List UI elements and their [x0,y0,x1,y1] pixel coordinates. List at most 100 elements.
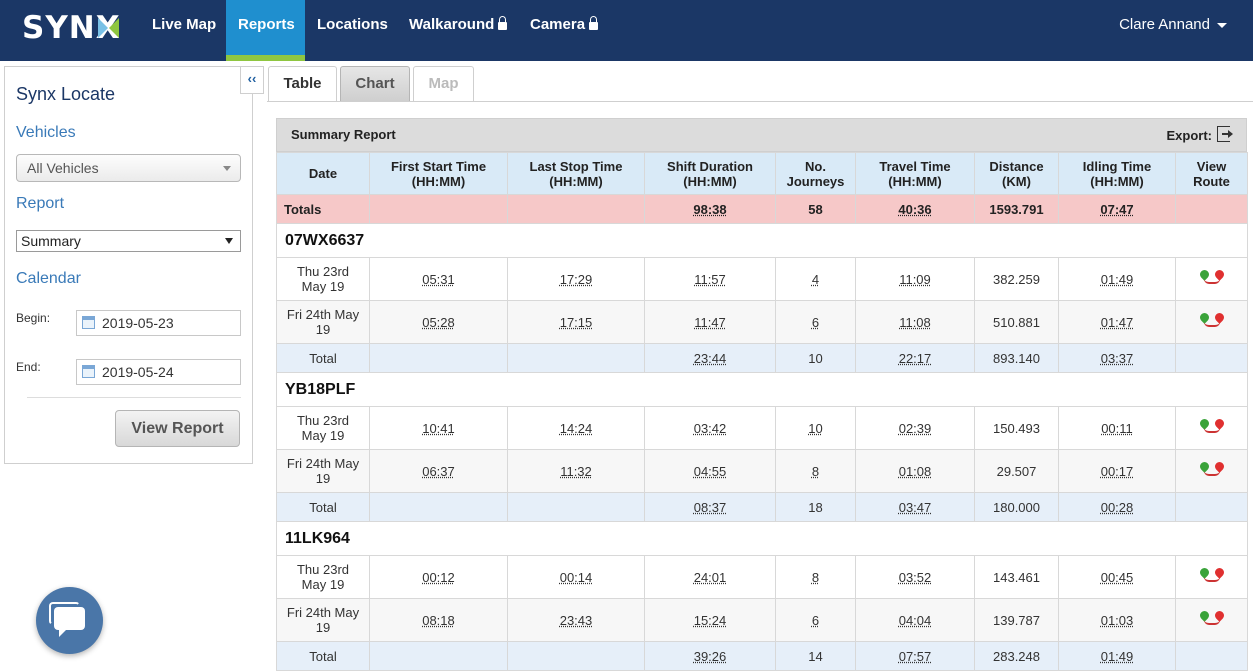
idling-time-cell-value[interactable]: 00:11 [1101,421,1133,436]
totals-travel[interactable]: 40:36 [856,195,975,224]
idling-time-cell-value[interactable]: 01:49 [1101,272,1134,287]
nav-reports[interactable]: Reports [226,0,305,61]
totals-shift-value[interactable]: 98:38 [693,202,726,217]
nav-camera[interactable]: Camera [518,0,610,61]
total-travel-value[interactable]: 03:47 [899,500,932,515]
view-route-cell[interactable] [1176,258,1248,301]
first-start-cell-value[interactable]: 05:28 [422,315,455,330]
total-shift[interactable]: 23:44 [645,344,776,373]
first-start-cell[interactable]: 05:28 [370,301,508,344]
idling-time-cell[interactable]: 00:45 [1059,556,1176,599]
view-route-cell[interactable] [1176,599,1248,642]
first-start-cell[interactable]: 05:31 [370,258,508,301]
total-shift[interactable]: 39:26 [645,642,776,671]
first-start-cell-value[interactable]: 00:12 [422,570,455,585]
shift-duration-cell-value[interactable]: 03:42 [694,421,727,436]
idling-time-cell[interactable]: 01:47 [1059,301,1176,344]
totals-idling[interactable]: 07:47 [1059,195,1176,224]
total-shift-value[interactable]: 39:26 [694,649,727,664]
shift-duration-cell-value[interactable]: 04:55 [694,464,727,479]
totals-shift[interactable]: 98:38 [645,195,776,224]
idling-time-cell[interactable]: 00:11 [1059,407,1176,450]
first-start-cell[interactable]: 00:12 [370,556,508,599]
journeys-cell-value[interactable]: 8 [812,464,819,479]
vehicles-select[interactable]: All Vehicles [16,154,241,182]
journeys-cell[interactable]: 8 [776,556,856,599]
shift-duration-cell[interactable]: 03:42 [645,407,776,450]
total-travel-value[interactable]: 07:57 [899,649,932,664]
begin-date-input[interactable]: 2019-05-23 [76,310,241,336]
shift-duration-cell[interactable]: 04:55 [645,450,776,493]
journeys-cell-value[interactable]: 6 [812,613,819,628]
last-stop-cell[interactable]: 00:14 [508,556,645,599]
first-start-cell-value[interactable]: 06:37 [422,464,455,479]
journeys-cell-value[interactable]: 10 [808,421,822,436]
total-travel[interactable]: 03:47 [856,493,975,522]
tab-table[interactable]: Table [268,66,337,102]
last-stop-cell-value[interactable]: 11:32 [560,464,592,479]
total-idling[interactable]: 01:49 [1059,642,1176,671]
tab-chart[interactable]: Chart [340,66,410,101]
first-start-cell-value[interactable]: 10:41 [422,421,455,436]
idling-time-cell-value[interactable]: 00:17 [1101,464,1134,479]
route-pins-icon[interactable] [1199,313,1225,329]
total-shift-value[interactable]: 08:37 [694,500,727,515]
travel-time-cell-value[interactable]: 04:04 [899,613,932,628]
synx-logo[interactable]: SYNX [22,10,121,48]
last-stop-cell[interactable]: 17:15 [508,301,645,344]
journeys-cell[interactable]: 8 [776,450,856,493]
nav-walkaround[interactable]: Walkaround [397,0,519,61]
last-stop-cell-value[interactable]: 00:14 [560,570,593,585]
idling-time-cell-value[interactable]: 01:03 [1101,613,1134,628]
travel-time-cell-value[interactable]: 02:39 [899,421,932,436]
shift-duration-cell-value[interactable]: 11:47 [694,315,726,330]
shift-duration-cell[interactable]: 24:01 [645,556,776,599]
chat-icon[interactable] [36,587,103,654]
first-start-cell-value[interactable]: 05:31 [422,272,455,287]
route-pins-icon[interactable] [1199,270,1225,286]
nav-locations[interactable]: Locations [305,0,400,61]
shift-duration-cell-value[interactable]: 11:57 [694,272,726,287]
idling-time-cell[interactable]: 00:17 [1059,450,1176,493]
journeys-cell-value[interactable]: 4 [812,272,819,287]
view-report-button[interactable]: View Report [115,410,240,447]
shift-duration-cell[interactable]: 11:57 [645,258,776,301]
totals-idling-value[interactable]: 07:47 [1100,202,1133,217]
route-pins-icon[interactable] [1199,568,1225,584]
travel-time-cell[interactable]: 11:09 [856,258,975,301]
nav-live-map[interactable]: Live Map [140,0,228,61]
first-start-cell[interactable]: 10:41 [370,407,508,450]
first-start-cell-value[interactable]: 08:18 [422,613,455,628]
total-idling-value[interactable]: 00:28 [1101,500,1134,515]
shift-duration-cell-value[interactable]: 15:24 [694,613,727,628]
idling-time-cell-value[interactable]: 01:47 [1101,315,1134,330]
travel-time-cell-value[interactable]: 01:08 [899,464,932,479]
total-shift[interactable]: 08:37 [645,493,776,522]
route-pins-icon[interactable] [1199,611,1225,627]
total-idling-value[interactable]: 03:37 [1101,351,1134,366]
travel-time-cell-value[interactable]: 03:52 [899,570,932,585]
journeys-cell-value[interactable]: 6 [812,315,819,330]
calendar-icon[interactable] [82,365,95,378]
last-stop-cell-value[interactable]: 17:29 [560,272,593,287]
last-stop-cell-value[interactable]: 14:24 [560,421,593,436]
first-start-cell[interactable]: 08:18 [370,599,508,642]
last-stop-cell[interactable]: 14:24 [508,407,645,450]
journeys-cell[interactable]: 4 [776,258,856,301]
total-idling-value[interactable]: 01:49 [1101,649,1134,664]
journeys-cell-value[interactable]: 8 [812,570,819,585]
idling-time-cell-value[interactable]: 00:45 [1101,570,1134,585]
travel-time-cell[interactable]: 04:04 [856,599,975,642]
travel-time-cell[interactable]: 02:39 [856,407,975,450]
report-type-select[interactable]: Summary [16,230,241,252]
total-travel[interactable]: 22:17 [856,344,975,373]
view-route-cell[interactable] [1176,301,1248,344]
travel-time-cell-value[interactable]: 11:08 [899,315,931,330]
total-idling[interactable]: 03:37 [1059,344,1176,373]
first-start-cell[interactable]: 06:37 [370,450,508,493]
last-stop-cell[interactable]: 11:32 [508,450,645,493]
shift-duration-cell[interactable]: 11:47 [645,301,776,344]
total-idling[interactable]: 00:28 [1059,493,1176,522]
journeys-cell[interactable]: 10 [776,407,856,450]
travel-time-cell[interactable]: 11:08 [856,301,975,344]
